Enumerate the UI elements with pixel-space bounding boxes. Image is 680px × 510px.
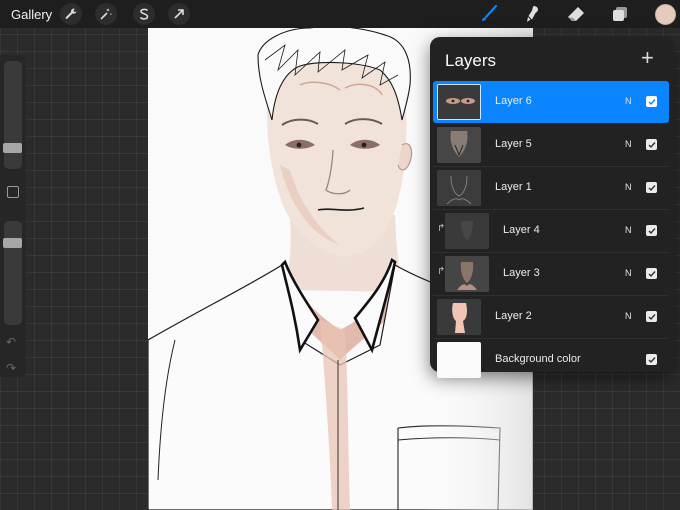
- layers-icon[interactable]: [609, 3, 631, 25]
- blend-mode-button[interactable]: N: [625, 139, 632, 149]
- color-picker-swatch[interactable]: [655, 4, 676, 25]
- layer-thumbnail: [437, 84, 481, 120]
- opacity-slider[interactable]: [4, 221, 22, 325]
- layer-thumbnail: [437, 342, 481, 378]
- layer-name: Layer 5: [495, 138, 532, 150]
- blend-mode-button[interactable]: N: [625, 225, 632, 235]
- blend-mode-button[interactable]: N: [625, 268, 632, 278]
- layer-name: Layer 6: [495, 95, 532, 107]
- wrench-icon[interactable]: [60, 3, 82, 25]
- layer-row-background-color[interactable]: Background color: [433, 339, 669, 381]
- visibility-checkbox[interactable]: [646, 225, 657, 236]
- visibility-checkbox[interactable]: [646, 139, 657, 150]
- layer-thumbnail: [437, 299, 481, 335]
- layer-name: Layer 4: [503, 224, 540, 236]
- layer-thumbnail: [445, 256, 489, 292]
- visibility-checkbox[interactable]: [646, 354, 657, 365]
- layer-name: Layer 3: [503, 267, 540, 279]
- layer-name: Layer 2: [495, 310, 532, 322]
- eraser-icon[interactable]: [565, 3, 587, 25]
- layer-row-layer-5[interactable]: Layer 5 N: [433, 124, 669, 167]
- layers-panel-title: Layers: [445, 51, 497, 70]
- layer-row-layer-6[interactable]: Layer 6 N: [433, 81, 669, 123]
- magic-wand-icon[interactable]: [95, 3, 117, 25]
- visibility-checkbox[interactable]: [646, 311, 657, 322]
- selection-icon[interactable]: [133, 3, 155, 25]
- layer-row-layer-4[interactable]: ↱ Layer 4 N: [433, 210, 669, 253]
- layer-name: Background color: [495, 353, 581, 365]
- add-layer-button[interactable]: +: [641, 45, 654, 71]
- redo-icon[interactable]: ↷: [6, 361, 16, 375]
- gallery-button[interactable]: Gallery: [11, 7, 52, 22]
- layer-thumbnail: [445, 213, 489, 249]
- layer-name: Layer 1: [495, 181, 532, 193]
- blend-mode-button[interactable]: N: [625, 96, 632, 106]
- blend-mode-button[interactable]: N: [625, 182, 632, 192]
- move-arrow-icon[interactable]: [168, 3, 190, 25]
- brush-icon[interactable]: [478, 3, 500, 25]
- visibility-checkbox[interactable]: [646, 96, 657, 107]
- layer-row-layer-3[interactable]: ↱ Layer 3 N: [433, 253, 669, 296]
- layer-row-layer-1[interactable]: Layer 1 N: [433, 167, 669, 210]
- blend-mode-button[interactable]: N: [625, 311, 632, 321]
- layer-thumbnail: [437, 170, 481, 206]
- visibility-checkbox[interactable]: [646, 182, 657, 193]
- smudge-icon[interactable]: [522, 3, 544, 25]
- sidebar: ↶ ↷: [0, 55, 26, 377]
- undo-icon[interactable]: ↶: [6, 335, 16, 349]
- layer-thumbnail: [437, 127, 481, 163]
- opacity-thumb[interactable]: [3, 238, 22, 248]
- visibility-checkbox[interactable]: [646, 268, 657, 279]
- layers-panel: Layers + Layer 6 N Layer 5 N Layer 1 N ↱…: [430, 37, 674, 378]
- modify-button[interactable]: [7, 186, 19, 198]
- top-toolbar: Gallery: [0, 0, 680, 28]
- brush-size-thumb[interactable]: [3, 143, 22, 153]
- layer-row-layer-2[interactable]: Layer 2 N: [433, 296, 669, 339]
